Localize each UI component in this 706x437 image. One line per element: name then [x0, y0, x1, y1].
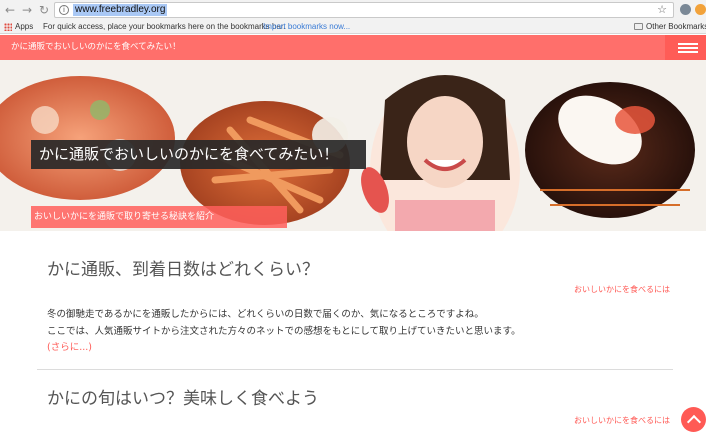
- extension-icon[interactable]: [680, 4, 691, 15]
- bookmarks-hint: For quick access, place your bookmarks h…: [43, 22, 286, 31]
- article-title[interactable]: かにの旬はいつ？美味しく食べよう: [47, 384, 319, 409]
- extension-icon[interactable]: [695, 4, 706, 15]
- browser-toolbar: ← → ↻ i www.freebradley.org ☆: [0, 0, 706, 20]
- divider: [37, 369, 673, 370]
- category-link[interactable]: おいしいかにを食べるには: [574, 284, 670, 295]
- hamburger-menu-icon[interactable]: [665, 35, 706, 60]
- article-excerpt-line: ここでは、人気通販サイトから注文された方々のネットでの感想をもとにして取り上げて…: [47, 326, 521, 337]
- article-excerpt-line: 冬の御馳走であるかにを通販したからには、どれくらいの日数で届くのか、気になるとこ…: [47, 309, 484, 320]
- site-header: かに通販でおいしいのかにを食べてみたい！: [0, 35, 706, 60]
- import-bookmarks-link[interactable]: Import bookmarks now...: [263, 20, 350, 33]
- apps-link[interactable]: Apps: [15, 20, 33, 33]
- bookmarks-bar: Apps For quick access, place your bookma…: [0, 20, 706, 34]
- url-text[interactable]: www.freebradley.org: [73, 4, 168, 16]
- arrow-right-icon[interactable]: →: [20, 3, 34, 17]
- star-icon[interactable]: ☆: [657, 4, 667, 16]
- site-title[interactable]: かに通販でおいしいのかにを食べてみたい！: [11, 35, 181, 60]
- address-bar[interactable]: i www.freebradley.org ☆: [54, 2, 674, 18]
- category-link[interactable]: おいしいかにを食べるには: [574, 415, 670, 426]
- other-bookmarks[interactable]: Other Bookmarks: [646, 20, 706, 33]
- info-icon[interactable]: i: [59, 5, 69, 15]
- hero-banner: かに通販でおいしいのかにを食べてみたい！ おいしいかにを通販で取り寄せる秘訣を紹…: [0, 60, 706, 231]
- arrow-left-icon[interactable]: ←: [3, 3, 17, 17]
- apps-grid-icon[interactable]: [4, 23, 12, 31]
- scroll-to-top-button[interactable]: [681, 407, 706, 432]
- hero-subtitle: おいしいかにを通販で取り寄せる秘訣を紹介: [31, 206, 287, 228]
- article-title[interactable]: かに通販、到着日数はどれくらい？: [47, 255, 319, 280]
- read-more-link[interactable]: (さらに...): [47, 339, 92, 353]
- hero-title: かに通販でおいしいのかにを食べてみたい！: [31, 140, 366, 169]
- reload-icon[interactable]: ↻: [37, 3, 51, 17]
- folder-icon: [634, 23, 643, 30]
